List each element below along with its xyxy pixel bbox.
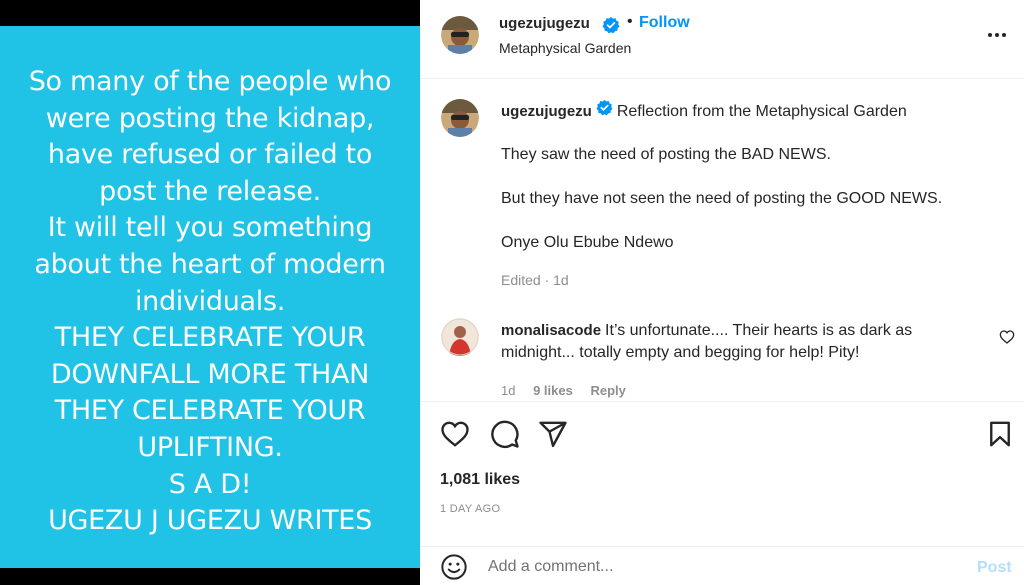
comment-likes[interactable]: 9 likes	[533, 383, 573, 398]
comment-like-heart-icon[interactable]	[999, 329, 1015, 345]
comment-input[interactable]	[488, 553, 958, 581]
author-avatar[interactable]	[441, 16, 479, 54]
share-send-icon[interactable]	[538, 419, 568, 449]
comment-body: monalisacode It’s unfortunate.... Their h…	[501, 320, 971, 364]
caption-paragraph: They saw the need of posting the BAD NEW…	[501, 146, 831, 163]
image-text-line: THEY CELEBRATE YOUR	[54, 322, 366, 354]
image-text-line: DOWNFALL MORE THAN	[50, 358, 370, 390]
reply-button[interactable]: Reply	[590, 383, 625, 398]
commenter-avatar[interactable]	[441, 318, 479, 356]
caption-paragraph: But they have not seen the need of posti…	[501, 190, 943, 207]
caption-paragraph: Onye Olu Ebube Ndewo	[501, 234, 674, 251]
like-heart-icon[interactable]	[440, 419, 470, 449]
post-media[interactable]: So many of the people who were posting t…	[0, 0, 420, 585]
image-text-line: about the heart of modern	[34, 248, 386, 280]
verified-badge-icon	[602, 16, 620, 39]
add-comment-bar: Post	[420, 546, 1024, 585]
image-text-line: individuals.	[134, 285, 286, 317]
post-details-panel: ugezujugezu • Follow Metaphysical Garden	[420, 0, 1024, 585]
comment-meta: 1d 9 likes Reply	[501, 383, 640, 398]
post-location[interactable]: Metaphysical Garden	[499, 40, 631, 56]
caption-username[interactable]: ugezujugezu	[501, 103, 592, 120]
comments-section[interactable]: ugezujugezu Reflection from the Metaphysi…	[420, 80, 1024, 400]
image-text-line: post the release.	[99, 175, 321, 207]
image-text-line: were posting the kidnap,	[45, 102, 375, 134]
comment-bubble-icon[interactable]	[490, 419, 520, 449]
post-timestamp: 1 DAY AGO	[440, 503, 501, 515]
image-text-line: have refused or failed to	[47, 139, 373, 171]
commenter-username[interactable]: monalisacode	[501, 322, 601, 339]
emoji-icon[interactable]	[440, 553, 468, 581]
caption-author-avatar[interactable]	[441, 99, 479, 137]
caption-meta: Edited · 1d	[501, 272, 569, 288]
caption-text: Reflection from the Metaphysical Garden	[616, 103, 907, 121]
image-text-line: UPLIFTING.	[137, 431, 283, 463]
post-image[interactable]: So many of the people who were posting t…	[0, 26, 420, 568]
follow-button[interactable]: Follow	[639, 14, 690, 32]
comment-time: 1d	[501, 383, 516, 398]
author-username[interactable]: ugezujugezu	[499, 15, 590, 32]
verified-badge-icon	[596, 99, 613, 121]
separator-dot: •	[627, 13, 633, 30]
post-image-text: So many of the people who were posting t…	[0, 64, 420, 540]
save-bookmark-icon[interactable]	[985, 419, 1015, 449]
caption-first-line: ugezujugezu Reflection from the Metaphysi…	[501, 99, 907, 123]
image-text-line: It will tell you something	[47, 212, 373, 244]
more-options-icon[interactable]	[986, 24, 1008, 46]
image-text-line: UGEZU J UGEZU WRITES	[48, 505, 372, 537]
post-header: ugezujugezu • Follow Metaphysical Garden	[420, 0, 1024, 79]
likes-count[interactable]: 1,081 likes	[440, 471, 520, 489]
image-text-line: So many of the people who	[28, 66, 392, 97]
post-actions: 1,081 likes 1 DAY AGO	[420, 401, 1024, 531]
post-comment-button[interactable]: Post	[977, 559, 1012, 577]
image-text-line: S A D!	[168, 468, 252, 500]
image-text-line: THEY CELEBRATE YOUR	[54, 395, 366, 427]
